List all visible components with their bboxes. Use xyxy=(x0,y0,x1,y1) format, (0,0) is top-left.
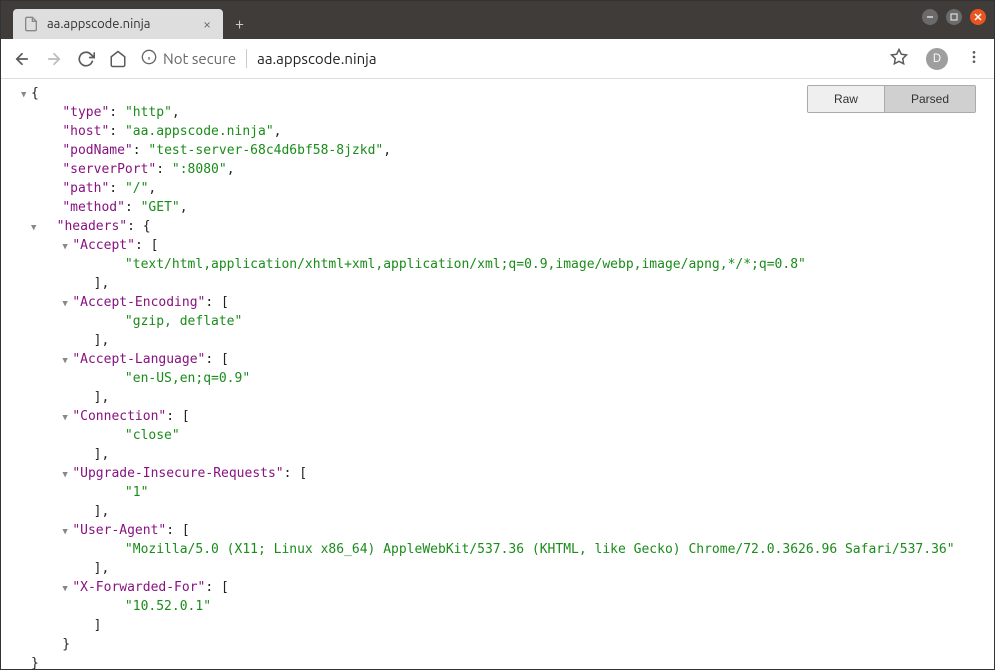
page-icon xyxy=(23,16,39,32)
json-line[interactable]: ], xyxy=(1,389,994,408)
json-line[interactable]: "1" xyxy=(1,484,994,503)
close-tab-icon[interactable]: × xyxy=(201,14,213,34)
profile-avatar[interactable]: D xyxy=(926,48,948,70)
json-line[interactable]: } xyxy=(1,655,994,669)
home-button[interactable] xyxy=(109,50,127,68)
bookmark-icon[interactable] xyxy=(890,48,908,70)
menu-button[interactable] xyxy=(966,49,982,69)
avatar-letter: D xyxy=(933,52,941,65)
json-line[interactable]: ▼"Upgrade-Insecure-Requests": [ xyxy=(1,465,994,484)
json-line[interactable]: "method": "GET", xyxy=(1,199,994,218)
address-bar: Not secure aa.appscode.ninja D xyxy=(1,39,994,79)
back-button[interactable] xyxy=(13,50,31,68)
browser-tab[interactable]: aa.appscode.ninja × xyxy=(13,9,223,39)
json-line[interactable]: ] xyxy=(1,617,994,636)
json-line[interactable]: ▼"Accept-Language": [ xyxy=(1,351,994,370)
url-field[interactable]: Not secure aa.appscode.ninja xyxy=(141,49,864,68)
json-line[interactable]: } xyxy=(1,636,994,655)
json-line[interactable]: "close" xyxy=(1,427,994,446)
url-text: aa.appscode.ninja xyxy=(257,50,376,67)
json-line[interactable]: ], xyxy=(1,332,994,351)
json-tree[interactable]: ▼{ "type": "http", "host": "aa.appscode.… xyxy=(1,85,994,669)
close-window-button[interactable] xyxy=(970,9,986,25)
json-line[interactable]: ], xyxy=(1,275,994,294)
parsed-button[interactable]: Parsed xyxy=(885,86,975,112)
json-line[interactable]: ], xyxy=(1,503,994,522)
json-line[interactable]: "10.52.0.1" xyxy=(1,598,994,617)
json-line[interactable]: "Mozilla/5.0 (X11; Linux x86_64) AppleWe… xyxy=(1,541,994,560)
minimize-button[interactable] xyxy=(922,9,938,25)
json-line[interactable]: ], xyxy=(1,446,994,465)
json-line[interactable]: "gzip, deflate" xyxy=(1,313,994,332)
security-label: Not secure xyxy=(163,50,236,67)
tab-title: aa.appscode.ninja xyxy=(47,17,201,31)
json-line[interactable]: ▼"User-Agent": [ xyxy=(1,522,994,541)
json-line[interactable]: "host": "aa.appscode.ninja", xyxy=(1,123,994,142)
window-controls xyxy=(922,9,986,25)
forward-button[interactable] xyxy=(45,50,63,68)
addrbar-right: D xyxy=(890,48,982,70)
security-status[interactable]: Not secure xyxy=(141,49,247,68)
json-line[interactable]: ▼"X-Forwarded-For": [ xyxy=(1,579,994,598)
json-line[interactable]: "en-US,en;q=0.9" xyxy=(1,370,994,389)
json-line[interactable]: ▼"Connection": [ xyxy=(1,408,994,427)
json-viewer: Raw Parsed ▼{ "type": "http", "host": "a… xyxy=(1,79,994,669)
maximize-button[interactable] xyxy=(946,9,962,25)
json-line[interactable]: "text/html,application/xhtml+xml,applica… xyxy=(1,256,994,275)
json-line[interactable]: "path": "/", xyxy=(1,180,994,199)
json-line[interactable]: "podName": "test-server-68c4d6bf58-8jzkd… xyxy=(1,142,994,161)
json-line[interactable]: ], xyxy=(1,560,994,579)
titlebar: aa.appscode.ninja × + xyxy=(1,1,994,39)
reload-button[interactable] xyxy=(77,50,95,68)
view-toggle: Raw Parsed xyxy=(807,85,976,113)
json-line[interactable]: "serverPort": ":8080", xyxy=(1,161,994,180)
raw-button[interactable]: Raw xyxy=(808,86,885,112)
info-icon xyxy=(141,49,157,68)
json-line[interactable]: ▼ "headers": { xyxy=(1,218,994,237)
json-line[interactable]: ▼"Accept-Encoding": [ xyxy=(1,294,994,313)
new-tab-button[interactable]: + xyxy=(235,15,244,33)
json-line[interactable]: ▼"Accept": [ xyxy=(1,237,994,256)
